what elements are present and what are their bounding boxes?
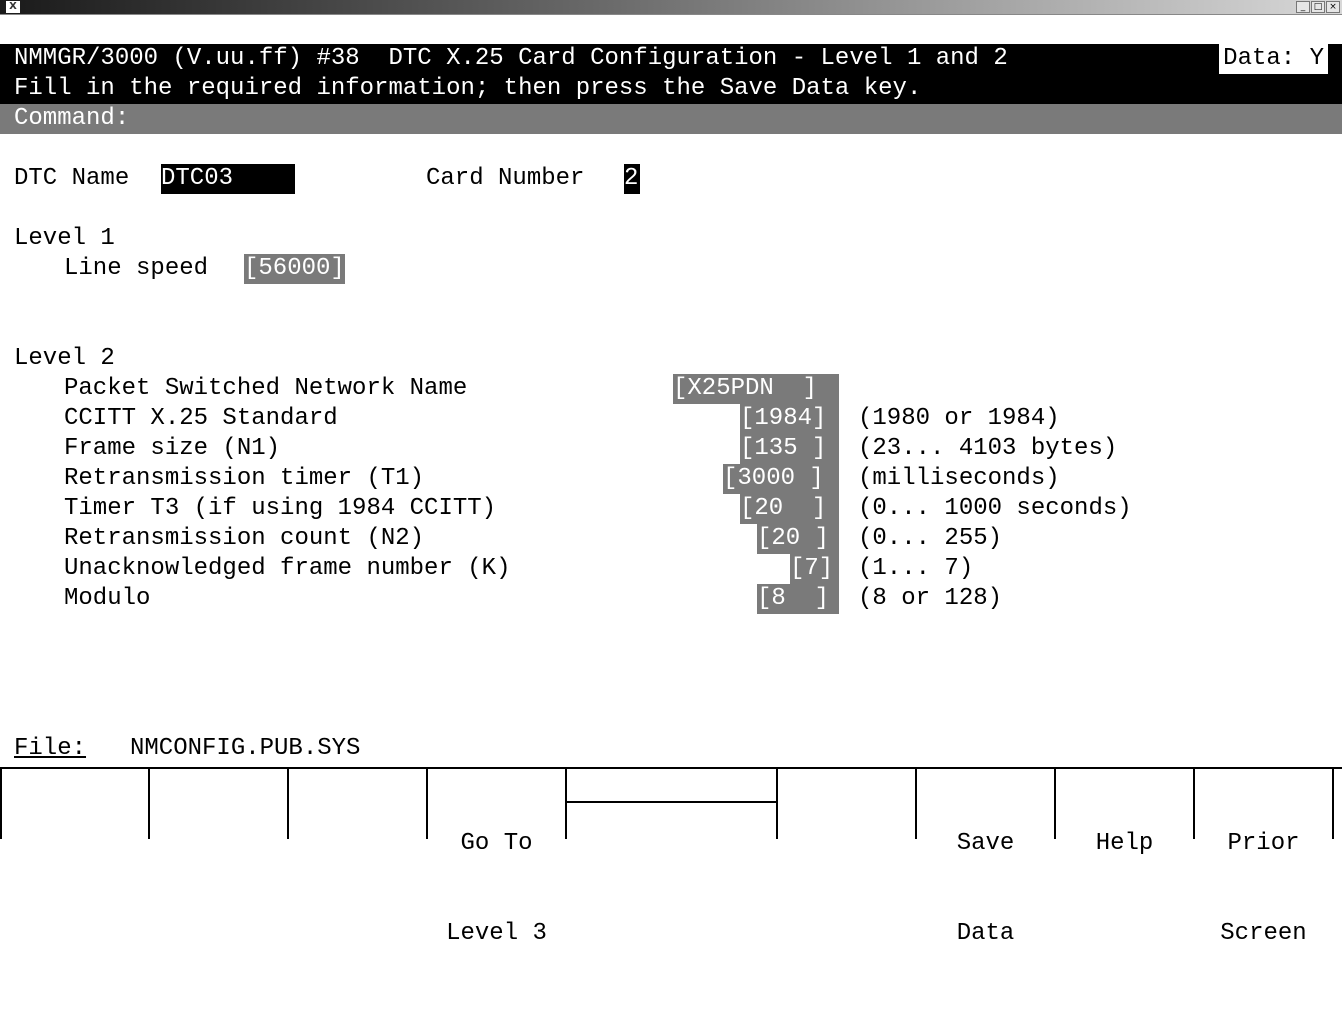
x-window-icon[interactable]: X (6, 1, 20, 13)
screen-title-bar: NMMGR/3000 (V.uu.ff) #38 DTC X.25 Card C… (0, 44, 1342, 74)
prior-screen-line2: Screen (1220, 920, 1307, 947)
modulo-label: Modulo (64, 585, 151, 612)
timer-t3-hint: (0... 1000 seconds) (858, 495, 1132, 522)
retransmission-count-hint: (0... 255) (858, 525, 1003, 552)
help-key[interactable]: Help (1056, 769, 1195, 857)
unack-frame-number-hint: (1... 7) (858, 555, 974, 582)
frame-size-field[interactable]: [135 ] (740, 434, 839, 464)
maximize-icon[interactable]: □ (1311, 1, 1325, 13)
save-data-key[interactable]: Save Data (917, 769, 1056, 947)
retransmission-count-field[interactable]: [20 ] (757, 524, 839, 554)
instruction-bar: Fill in the required information; then p… (0, 74, 1342, 104)
help-line1: Help (1095, 830, 1154, 857)
modulo-hint: (8 or 128) (858, 585, 1003, 612)
command-line[interactable]: Command: (0, 104, 1342, 134)
function-key-1[interactable] (0, 769, 150, 839)
save-data-line1: Save (956, 830, 1015, 857)
minimize-icon[interactable]: _ (1296, 1, 1310, 13)
function-key-bar: Go To Level 3 Save Data Help Prior Scree… (0, 767, 1342, 947)
file-label: File: (14, 735, 87, 762)
line-speed-field[interactable]: [56000] (244, 254, 345, 284)
retransmission-timer-hint: (milliseconds) (858, 465, 1060, 492)
prior-screen-key[interactable]: Prior Screen (1195, 769, 1334, 947)
function-key-5[interactable] (567, 769, 778, 839)
line-speed-label: Line speed (64, 255, 209, 282)
modulo-field[interactable]: [8 ] (757, 584, 839, 614)
frame-size-label: Frame size (N1) (64, 435, 281, 462)
go-to-level-3-line2: Level 3 (446, 920, 547, 947)
psn-name-field[interactable]: [X25PDN ] (673, 374, 839, 404)
go-to-level-3-key[interactable]: Go To Level 3 (428, 769, 567, 947)
frame-size-hint: (23... 4103 bytes) (858, 435, 1118, 462)
level1-heading: Level 1 (14, 225, 115, 252)
ccitt-standard-field[interactable]: [1984] (740, 404, 839, 434)
terminal-screen: X _ □ × NMMGR/3000 (V.uu.ff) #38 DTC X.2… (0, 0, 1342, 947)
prior-screen-line1: Prior (1227, 830, 1300, 857)
function-key-6[interactable] (778, 769, 917, 839)
card-number-field[interactable]: 2 (624, 164, 640, 194)
timer-t3-field[interactable]: [20 ] (740, 494, 839, 524)
data-flag: Data: Y (1219, 44, 1328, 74)
dtc-name-field[interactable]: DTC03 (161, 164, 295, 194)
window-title-bar[interactable]: X _ □ × (0, 0, 1342, 15)
ccitt-standard-label: CCITT X.25 Standard (64, 405, 338, 432)
level2-heading: Level 2 (14, 345, 115, 372)
card-number-label: Card Number (426, 165, 585, 192)
save-data-line2: Data (956, 920, 1015, 947)
instruction-text: Fill in the required information; then p… (14, 75, 922, 102)
ccitt-standard-hint: (1980 or 1984) (858, 405, 1060, 432)
retransmission-timer-label: Retransmission timer (T1) (64, 465, 425, 492)
function-key-2[interactable] (150, 769, 289, 839)
unack-frame-number-field[interactable]: [7] (790, 554, 839, 584)
go-to-level-3-line1: Go To (460, 830, 533, 857)
screen-title: NMMGR/3000 (V.uu.ff) #38 DTC X.25 Card C… (14, 45, 1008, 72)
unack-frame-number-label: Unacknowledged frame number (K) (64, 555, 511, 582)
close-icon[interactable]: × (1326, 1, 1340, 13)
command-label: Command: (14, 105, 130, 132)
dtc-name-label: DTC Name (14, 165, 130, 192)
retransmission-timer-field[interactable]: [3000 ] (723, 464, 839, 494)
function-key-3[interactable] (289, 769, 428, 839)
function-key-5-divider (567, 801, 776, 803)
file-name: NMCONFIG.PUB.SYS (130, 735, 361, 762)
timer-t3-label: Timer T3 (if using 1984 CCITT) (64, 495, 497, 522)
psn-name-label: Packet Switched Network Name (64, 375, 468, 402)
retransmission-count-label: Retransmission count (N2) (64, 525, 425, 552)
